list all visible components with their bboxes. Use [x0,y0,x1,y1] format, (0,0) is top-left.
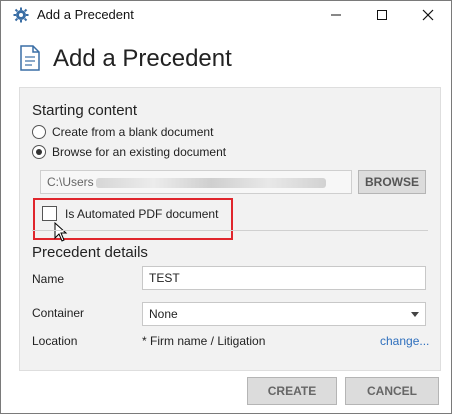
title-bar: Add a Precedent [1,1,451,29]
close-button[interactable] [405,1,451,29]
page-title: Add a Precedent [53,45,232,72]
automated-pdf-label: Is Automated PDF document [65,206,219,221]
chevron-down-icon [411,312,419,317]
radio-blank-document[interactable]: Create from a blank document [32,125,213,139]
name-label: Name [32,272,65,286]
minimize-icon [331,14,341,16]
close-icon [422,9,434,21]
container-select[interactable]: None [142,302,426,326]
redacted-path [95,177,326,188]
container-value: None [149,307,178,321]
name-input[interactable]: TEST [142,266,426,290]
radio-label: Browse for an existing document [52,145,227,159]
change-location-link[interactable]: change... [380,334,429,348]
automated-pdf-checkbox-row[interactable]: Is Automated PDF document [42,206,218,221]
container-label: Container [32,306,85,320]
path-prefix: C:\Users [47,175,94,189]
minimize-button[interactable] [313,1,359,29]
location-label: Location [32,334,78,348]
automated-pdf-checkbox[interactable] [42,206,57,221]
window-title: Add a Precedent [37,7,134,22]
radio-button-checked[interactable] [32,145,46,159]
dialog-header: Add a Precedent [1,29,451,89]
section-divider [32,230,428,231]
create-button[interactable]: CREATE [247,377,337,405]
radio-label: Create from a blank document [52,125,214,139]
document-path-field[interactable]: C:\Users [40,170,352,194]
document-icon [20,45,40,71]
maximize-icon [377,10,387,20]
dialog-window: Add a Precedent Add a Precedent Starting… [0,0,452,414]
app-gear-icon [13,7,29,23]
radio-button[interactable] [32,125,46,139]
cancel-button[interactable]: CANCEL [345,377,439,405]
radio-existing-document[interactable]: Browse for an existing document [32,145,226,159]
browse-button[interactable]: BROWSE [358,170,426,194]
content-panel: Starting content Create from a blank doc… [19,87,441,371]
maximize-button[interactable] [359,1,405,29]
starting-content-heading: Starting content [32,102,138,119]
precedent-details-heading: Precedent details [32,244,148,261]
location-value: * Firm name / Litigation [142,334,266,348]
mouse-cursor-icon [54,222,68,242]
